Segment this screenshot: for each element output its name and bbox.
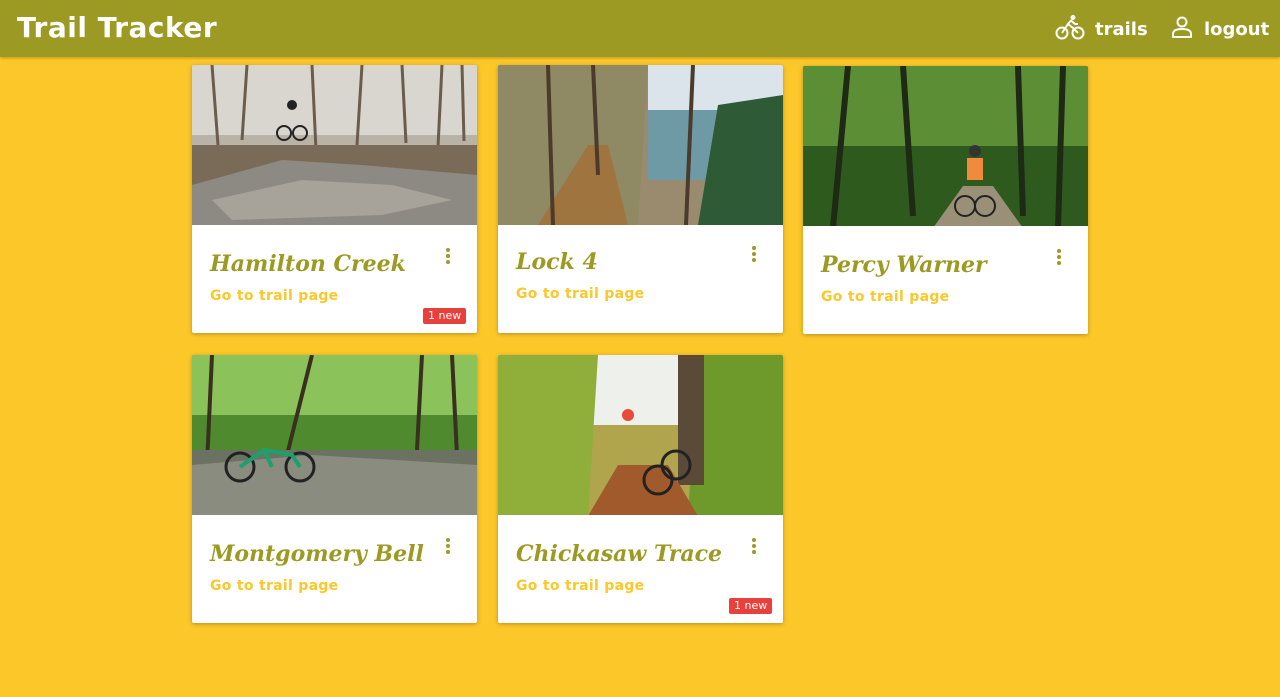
trail-photo xyxy=(498,65,783,225)
trail-page-link[interactable]: Go to trail page xyxy=(210,578,338,594)
trail-name: Hamilton Creek xyxy=(210,251,406,277)
trail-card: Percy Warner Go to trail page xyxy=(803,66,1088,334)
more-vert-icon[interactable] xyxy=(750,246,758,266)
nav-logout-link[interactable]: logout xyxy=(1170,14,1269,44)
user-icon xyxy=(1170,15,1194,43)
trail-page-link[interactable]: Go to trail page xyxy=(210,288,338,304)
nav-trails-label: trails xyxy=(1095,18,1148,40)
trail-name: Montgomery Bell xyxy=(210,541,424,567)
trail-photo xyxy=(192,65,477,225)
trail-name: Chickasaw Trace xyxy=(516,541,723,567)
bicycle-rider-icon xyxy=(1055,14,1085,44)
trail-name: Lock 4 xyxy=(516,249,598,275)
trail-card: Chickasaw Trace Go to trail page 1 new xyxy=(498,355,783,623)
trail-card: Hamilton Creek Go to trail page 1 new xyxy=(192,65,477,333)
trail-page-link[interactable]: Go to trail page xyxy=(516,286,644,302)
trail-card: Lock 4 Go to trail page xyxy=(498,65,783,333)
more-vert-icon[interactable] xyxy=(444,248,452,268)
trail-name: Percy Warner xyxy=(821,252,987,278)
more-vert-icon[interactable] xyxy=(1055,249,1063,269)
trail-page-link[interactable]: Go to trail page xyxy=(516,578,644,594)
trail-card: Montgomery Bell Go to trail page xyxy=(192,355,477,623)
nav-trails-link[interactable]: trails xyxy=(1055,14,1148,44)
trail-page-link[interactable]: Go to trail page xyxy=(821,289,949,305)
new-count-badge: 1 new xyxy=(423,308,467,324)
app-header: Trail Tracker trails logout xyxy=(0,0,1280,57)
more-vert-icon[interactable] xyxy=(750,538,758,558)
trail-photo xyxy=(498,355,783,515)
nav-logout-label: logout xyxy=(1204,18,1270,40)
new-count-badge: 1 new xyxy=(729,598,773,614)
trail-photo xyxy=(192,355,477,515)
trail-photo xyxy=(803,66,1088,226)
app-title: Trail Tracker xyxy=(17,11,218,44)
more-vert-icon[interactable] xyxy=(444,538,452,558)
